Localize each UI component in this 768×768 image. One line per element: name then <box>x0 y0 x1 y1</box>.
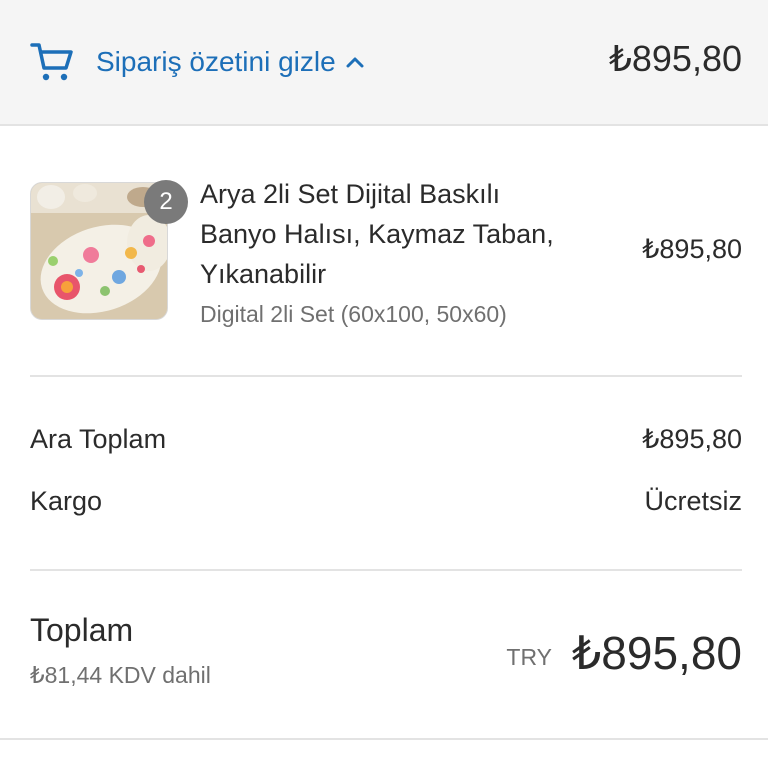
currency-code: TRY <box>506 644 552 670</box>
total-amount: ₺895,80 <box>572 627 742 679</box>
quantity-badge: 2 <box>144 180 188 224</box>
total-row: Toplam ₺81,44 KDV dahil TRY ₺895,80 <box>30 612 742 702</box>
product-info: Arya 2li Set Dijital Baskılı Banyo Halıs… <box>200 174 580 332</box>
subtotal-label: Ara Toplam <box>30 424 167 454</box>
shipping-value: Ücretsiz <box>644 486 742 516</box>
divider <box>30 375 742 377</box>
header-total-price: ₺895,80 <box>608 38 742 79</box>
chevron-up-icon <box>344 51 366 73</box>
order-summary-toggle[interactable]: Sipariş özetini gizle <box>30 36 366 88</box>
total-label: Toplam <box>30 612 134 648</box>
cart-line-item: 2 Arya 2li Set Dijital Baskılı Banyo Hal… <box>30 166 742 336</box>
subtotal-value: ₺895,80 <box>642 424 742 454</box>
divider <box>30 569 742 571</box>
product-price: ₺895,80 <box>642 234 742 264</box>
tax-included-note: ₺81,44 KDV dahil <box>30 662 211 688</box>
product-variant: Digital 2li Set (60x100, 50x60) <box>200 301 507 327</box>
bottom-divider <box>0 738 768 740</box>
order-summary-toggle-label: Sipariş özetini gizle <box>96 46 336 77</box>
product-thumbnail-wrapper: 2 <box>30 180 188 320</box>
shipping-label: Kargo <box>30 486 103 516</box>
cart-icon <box>30 40 74 84</box>
subtotal-row: Ara Toplam ₺895,80 <box>30 424 742 455</box>
order-summary-header: Sipariş özetini gizle ₺895,80 <box>0 0 768 126</box>
shipping-row: Kargo Ücretsiz <box>30 486 742 517</box>
product-title: Arya 2li Set Dijital Baskılı Banyo Halıs… <box>200 179 554 289</box>
